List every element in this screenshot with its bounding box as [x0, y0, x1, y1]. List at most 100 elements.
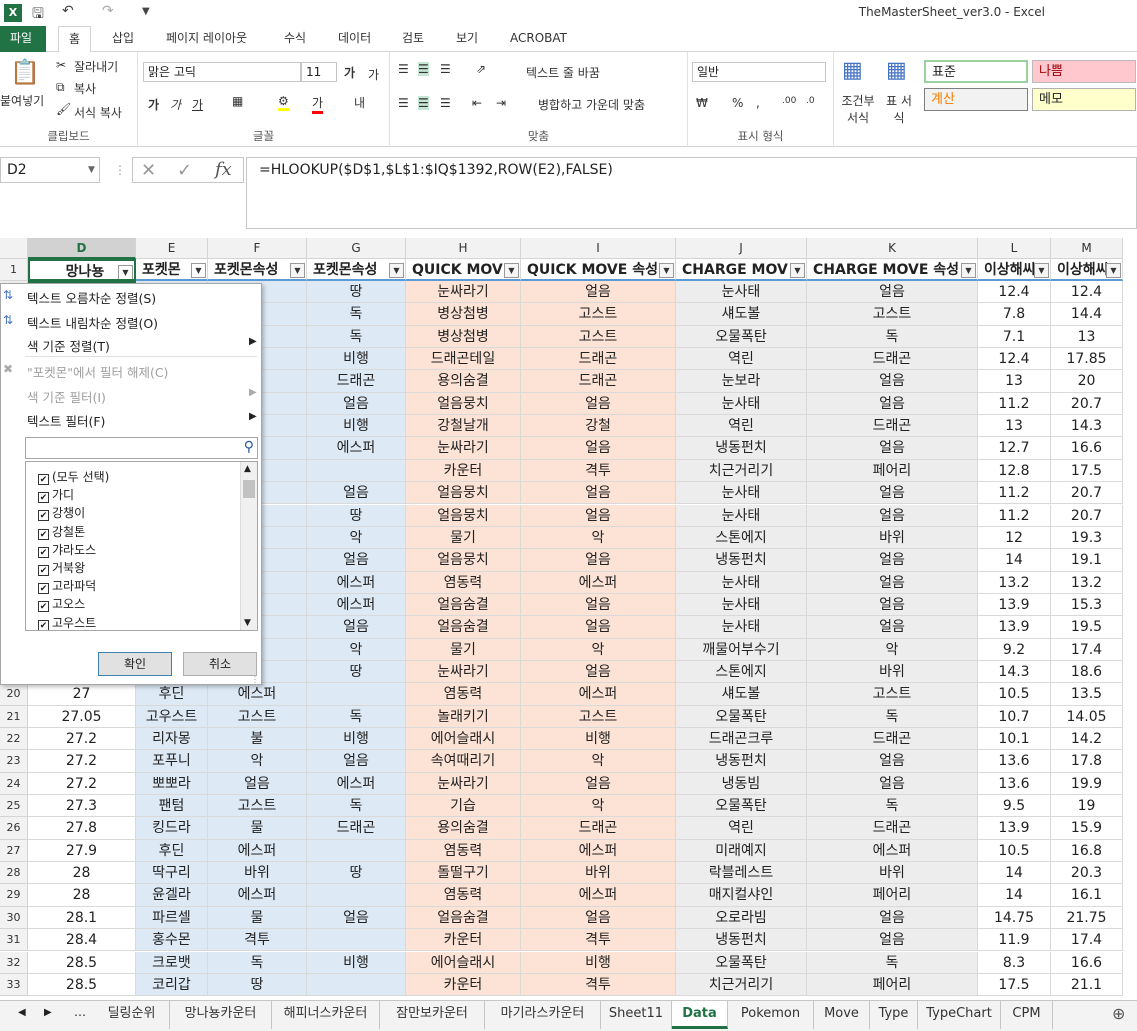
table-cell[interactable]: 14.3	[1051, 415, 1123, 438]
paste-button[interactable]: 붙여넣기	[0, 92, 44, 109]
table-cell[interactable]	[307, 929, 406, 952]
row-header[interactable]: 26	[0, 817, 28, 840]
table-cell[interactable]: 섀도볼	[676, 303, 807, 326]
checkbox-checked-icon[interactable]: ✔	[38, 565, 49, 576]
table-cell[interactable]: 스톤에지	[676, 660, 807, 684]
table-cell[interactable]: 팬텀	[136, 795, 208, 818]
table-cell[interactable]: 13	[978, 370, 1051, 393]
table-cell[interactable]: 드래곤	[521, 370, 676, 393]
table-cell[interactable]: 17.4	[1051, 638, 1123, 661]
sheet-tab[interactable]: 마기라스카운터	[485, 1001, 601, 1029]
scroll-tabs-left-icon[interactable]: ◀	[18, 1007, 26, 1018]
table-cell[interactable]: 눈싸라기	[406, 281, 521, 304]
list-scrollbar[interactable]: ▲ ▼	[240, 462, 257, 630]
table-cell[interactable]: 얼음	[307, 392, 406, 416]
table-cell[interactable]: 역린	[676, 817, 807, 840]
sheet-tab[interactable]: 망나뇽카운터	[170, 1001, 272, 1029]
filter-dropdown-icon[interactable]: ▼	[790, 263, 805, 278]
sheet-tab[interactable]: 잠만보카운터	[380, 1001, 485, 1029]
table-cell[interactable]: 얼음	[521, 660, 676, 684]
align-right-icon[interactable]: ☰	[440, 96, 451, 110]
table-cell[interactable]: 얼음	[307, 482, 406, 505]
table-cell[interactable]: 병상첨병	[406, 303, 521, 326]
table-cell[interactable]: 뽀뽀라	[136, 772, 208, 796]
table-cell[interactable]: 염동력	[406, 683, 521, 706]
table-cell[interactable]: 8.3	[978, 951, 1051, 974]
sheet-tab[interactable]: Pokemon	[728, 1001, 814, 1029]
align-center-icon[interactable]: ☰	[418, 96, 429, 110]
table-cell[interactable]: 얼음	[521, 504, 676, 527]
tab-formulas[interactable]: 수식	[274, 26, 316, 52]
table-cell[interactable]: 비행	[307, 415, 406, 438]
table-cell[interactable]: 16.6	[1051, 437, 1123, 460]
align-bottom-icon[interactable]: ☰	[440, 62, 451, 76]
table-cell[interactable]: 눈사태	[676, 392, 807, 416]
italic-icon[interactable]: 가	[170, 96, 181, 113]
table-cell[interactable]: 깨물어부수기	[676, 638, 807, 661]
header-cell-i[interactable]: QUICK MOVE 속성 ▼	[521, 259, 676, 281]
row-header[interactable]: 25	[0, 795, 28, 818]
table-cell[interactable]: 물기	[406, 526, 521, 550]
table-cell[interactable]: 돌떨구기	[406, 862, 521, 885]
table-cell[interactable]: 바위	[807, 526, 978, 550]
table-cell[interactable]: 에스퍼	[208, 683, 307, 706]
table-cell[interactable]: 에어슬래시	[406, 951, 521, 974]
column-header-i[interactable]: I	[521, 238, 676, 259]
table-cell[interactable]: 14	[978, 884, 1051, 907]
insert-function-icon[interactable]: fx	[215, 159, 232, 180]
table-cell[interactable]: 13	[978, 415, 1051, 438]
table-cell[interactable]: 냉동펀치	[676, 437, 807, 460]
table-cell[interactable]: 얼음	[521, 616, 676, 639]
table-cell[interactable]: 고스트	[807, 303, 978, 326]
name-box[interactable]: D2	[0, 157, 100, 183]
row-header[interactable]: 1	[0, 259, 28, 281]
table-cell[interactable]: 드래곤	[807, 415, 978, 438]
table-cell[interactable]: 드래곤	[807, 348, 978, 371]
table-cell[interactable]: 속여때리기	[406, 750, 521, 773]
table-cell[interactable]: 에스퍼	[208, 884, 307, 907]
decrease-decimal-icon[interactable]: .0	[806, 96, 815, 106]
column-header-m[interactable]: M	[1051, 238, 1123, 259]
filter-dropdown-icon[interactable]: ▼	[659, 263, 674, 278]
table-cell[interactable]: 얼음	[807, 504, 978, 527]
column-header-f[interactable]: F	[208, 238, 307, 259]
table-cell[interactable]: 10.5	[978, 839, 1051, 863]
table-cell[interactable]: 냉동펀치	[676, 929, 807, 952]
table-cell[interactable]: 19.3	[1051, 526, 1123, 550]
table-cell[interactable]: 용의숨결	[406, 817, 521, 840]
table-cell[interactable]: 독	[307, 705, 406, 728]
table-cell[interactable]: 27.2	[28, 750, 136, 773]
table-cell[interactable]: 얼음	[521, 593, 676, 617]
style-bad[interactable]: 나쁨	[1032, 60, 1136, 83]
table-cell[interactable]: 20.7	[1051, 482, 1123, 505]
table-cell[interactable]: 16.8	[1051, 839, 1123, 863]
table-cell[interactable]: 28.1	[28, 906, 136, 930]
font-size-select[interactable]: 11	[301, 62, 337, 82]
table-cell[interactable]: 락블레스트	[676, 862, 807, 885]
checkbox-checked-icon[interactable]: ✔	[38, 601, 49, 613]
decrease-indent-icon[interactable]: ⇤	[472, 96, 482, 110]
table-cell[interactable]: 페어리	[807, 884, 978, 907]
table-cell[interactable]: 얼음	[208, 772, 307, 796]
table-cell[interactable]: 격투	[521, 929, 676, 952]
filter-checkbox-item[interactable]: ✔ 강챙이	[38, 504, 85, 522]
table-cell[interactable]: 코리갑	[136, 973, 208, 997]
grow-font-icon[interactable]: 가	[344, 64, 355, 81]
table-cell[interactable]: 염동력	[406, 884, 521, 907]
tab-data[interactable]: 데이터	[328, 26, 381, 52]
table-cell[interactable]: 19.5	[1051, 616, 1123, 639]
table-cell[interactable]: 매지컬샤인	[676, 884, 807, 907]
table-cell[interactable]: 28.5	[28, 951, 136, 974]
row-header[interactable]: 31	[0, 929, 28, 952]
phonetic-icon[interactable]: 내	[354, 94, 365, 111]
table-cell[interactable]: 얼음	[521, 906, 676, 930]
table-cell[interactable]: 14	[978, 549, 1051, 572]
table-cell[interactable]: 9.2	[978, 638, 1051, 661]
table-cell[interactable]: 오물폭탄	[676, 325, 807, 349]
table-cell[interactable]: 격투	[521, 973, 676, 997]
table-cell[interactable]: 고스트	[521, 705, 676, 728]
table-cell[interactable]: 에어슬래시	[406, 728, 521, 751]
select-all-corner[interactable]	[0, 238, 28, 259]
number-format-select[interactable]: 일반	[692, 62, 826, 82]
table-cell[interactable]: 얼음	[307, 549, 406, 572]
